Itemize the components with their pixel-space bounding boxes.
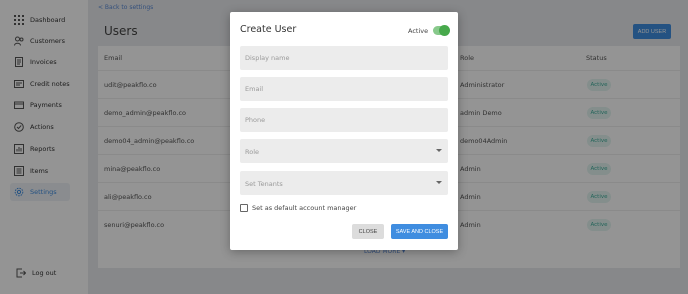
- save-and-close-button[interactable]: SAVE AND CLOSE: [391, 224, 448, 239]
- caret-down-icon: [436, 149, 442, 152]
- caret-down-icon: [436, 181, 442, 184]
- role-select-label: Role: [245, 148, 260, 156]
- active-label: Active: [408, 27, 429, 35]
- tenants-select[interactable]: Set Tenants: [240, 171, 448, 195]
- default-manager-label: Set as default account manager: [252, 204, 357, 212]
- role-select[interactable]: Role: [240, 139, 448, 163]
- display-name-input[interactable]: [240, 46, 448, 70]
- create-user-modal: Create User Active Role Set Tenants Set …: [230, 12, 458, 250]
- email-input[interactable]: [240, 77, 448, 101]
- modal-title: Create User: [240, 24, 297, 35]
- phone-input[interactable]: [240, 108, 448, 132]
- default-manager-checkbox[interactable]: [240, 204, 248, 212]
- close-button[interactable]: CLOSE: [352, 224, 384, 239]
- active-toggle[interactable]: [433, 25, 450, 36]
- tenants-select-label: Set Tenants: [245, 180, 283, 188]
- toggle-knob: [439, 25, 450, 36]
